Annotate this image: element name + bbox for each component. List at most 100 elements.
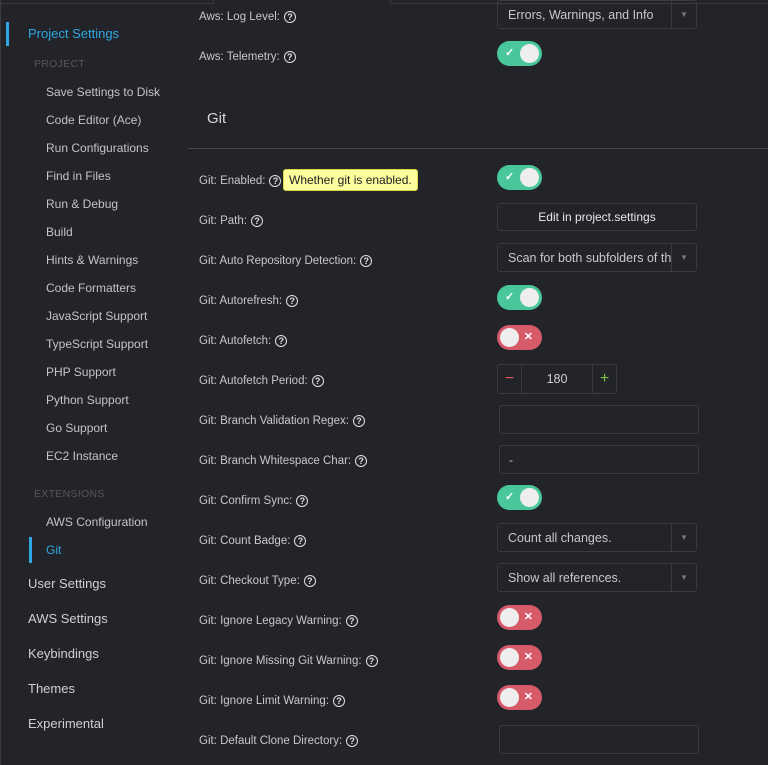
close-icon: ✕ <box>523 691 533 703</box>
sidebar-item-code-formatters[interactable]: Code Formatters <box>46 281 136 295</box>
setting-label: Git: Ignore Missing Git Warning:? <box>199 653 378 669</box>
check-icon: ✓ <box>505 291 515 303</box>
git-indicator <box>29 537 32 563</box>
sidebar-item-go-support[interactable]: Go Support <box>46 421 107 435</box>
toggle-on[interactable]: ✓ <box>497 41 542 66</box>
help-icon[interactable]: ? <box>283 51 296 63</box>
chevron-down-icon: ▼ <box>671 1 696 28</box>
help-icon[interactable]: ? <box>294 535 307 547</box>
help-icon[interactable]: ? <box>345 615 358 627</box>
text-input[interactable] <box>499 725 699 754</box>
help-icon[interactable]: ? <box>269 175 282 187</box>
toggle-knob <box>500 328 519 347</box>
close-icon: ✕ <box>523 331 533 343</box>
help-icon[interactable]: ? <box>365 655 378 667</box>
sidebar-item-themes[interactable]: Themes <box>28 681 75 696</box>
help-icon[interactable]: ? <box>360 255 373 267</box>
label-text: Aws: Log Level: <box>199 11 280 23</box>
label-text: Git: Enabled: <box>199 175 266 187</box>
stepper-value[interactable]: 180 <box>522 365 592 393</box>
select-value: Errors, Warnings, and Info <box>508 7 654 22</box>
dropdown-select[interactable]: Show all references. ▼ <box>497 563 697 592</box>
select-value: Show all references. <box>508 570 622 585</box>
toggle-off[interactable]: ✕ <box>497 645 542 670</box>
toggle-knob <box>520 44 539 63</box>
sidebar-item-git[interactable]: Git <box>46 543 61 557</box>
toggle-knob <box>500 648 519 667</box>
toggle-knob <box>520 168 539 187</box>
help-icon[interactable]: ? <box>286 295 299 307</box>
sidebar-item-hints-warnings[interactable]: Hints & Warnings <box>46 253 138 267</box>
sidebar: Project Settings PROJECT Save Settings to … <box>0 0 188 765</box>
dropdown-select[interactable]: Count all changes. ▼ <box>497 523 697 552</box>
close-icon: ✕ <box>523 611 533 623</box>
help-icon[interactable]: ? <box>311 375 324 387</box>
tooltip: Whether git is enabled. <box>283 169 418 191</box>
setting-label: Git: Path:? <box>199 213 263 229</box>
sidebar-item-keybindings[interactable]: Keybindings <box>28 646 99 661</box>
sidebar-item-code-editor-ace-[interactable]: Code Editor (Ace) <box>46 113 141 127</box>
help-icon[interactable]: ? <box>283 11 296 23</box>
sidebar-item-aws-settings[interactable]: AWS Settings <box>28 611 108 626</box>
toggle-on[interactable]: ✓ <box>497 165 542 190</box>
chevron-down-icon: ▼ <box>671 524 696 551</box>
section-heading-git: Git <box>207 110 227 127</box>
increment-button[interactable]: + <box>592 365 616 393</box>
number-stepper[interactable]: −180 + <box>497 364 617 394</box>
sidebar-item-experimental[interactable]: Experimental <box>28 716 104 731</box>
label-text: Git: Checkout Type: <box>199 575 300 587</box>
toggle-off[interactable]: ✕ <box>497 325 542 350</box>
label-text: Git: Ignore Limit Warning: <box>199 695 329 707</box>
toggle-on[interactable]: ✓ <box>497 485 542 510</box>
section-extensions: EXTENSIONS <box>34 488 105 500</box>
sidebar-item-ec2-instance[interactable]: EC2 Instance <box>46 449 118 463</box>
label-text: Git: Count Badge: <box>199 535 291 547</box>
help-icon[interactable]: ? <box>303 575 316 587</box>
help-icon[interactable]: ? <box>355 455 368 467</box>
label-text: Aws: Telemetry: <box>199 51 280 63</box>
setting-label: Git: Enabled:? <box>199 173 282 189</box>
edit-in-settings-button[interactable]: Edit in project.settings <box>497 203 697 231</box>
help-icon[interactable]: ? <box>353 415 366 427</box>
setting-label: Aws: Telemetry:? <box>199 49 296 65</box>
close-icon: ✕ <box>523 651 533 663</box>
help-icon[interactable]: ? <box>296 495 309 507</box>
label-text: Git: Confirm Sync: <box>199 495 293 507</box>
check-icon: ✓ <box>505 171 515 183</box>
text-input[interactable] <box>499 405 699 434</box>
label-text: Git: Autofetch Period: <box>199 375 308 387</box>
sidebar-item-run-debug[interactable]: Run & Debug <box>46 197 118 211</box>
toggle-off[interactable]: ✕ <box>497 685 542 710</box>
toggle-off[interactable]: ✕ <box>497 605 542 630</box>
sidebar-item-build[interactable]: Build <box>46 225 73 239</box>
help-icon[interactable]: ? <box>250 215 263 227</box>
active-indicator <box>6 22 9 46</box>
toggle-knob <box>500 608 519 627</box>
sidebar-item-run-configurations[interactable]: Run Configurations <box>46 141 149 155</box>
help-icon[interactable]: ? <box>275 335 288 347</box>
sidebar-item-php-support[interactable]: PHP Support <box>46 365 116 379</box>
sidebar-item-aws-configuration[interactable]: AWS Configuration <box>46 515 148 529</box>
sidebar-item-typescript-support[interactable]: TypeScript Support <box>46 337 148 351</box>
setting-label: Git: Default Clone Directory:? <box>199 733 359 749</box>
toggle-on[interactable]: ✓ <box>497 285 542 310</box>
sidebar-item-project-settings[interactable]: Project Settings <box>28 26 119 41</box>
text-input[interactable] <box>499 445 699 474</box>
help-icon[interactable]: ? <box>332 695 345 707</box>
sidebar-item-save-settings-to-disk[interactable]: Save Settings to Disk <box>46 85 160 99</box>
label-text: Git: Auto Repository Detection: <box>199 255 357 267</box>
sidebar-item-find-in-files[interactable]: Find in Files <box>46 169 111 183</box>
sidebar-item-python-support[interactable]: Python Support <box>46 393 129 407</box>
check-icon: ✓ <box>505 47 515 59</box>
sidebar-item-user-settings[interactable]: User Settings <box>28 576 106 591</box>
setting-label: Git: Checkout Type:? <box>199 573 316 589</box>
decrement-button[interactable]: − <box>498 365 522 393</box>
setting-label: Git: Branch Whitespace Char:? <box>199 453 368 469</box>
sidebar-item-javascript-support[interactable]: JavaScript Support <box>46 309 147 323</box>
help-icon[interactable]: ? <box>346 735 359 747</box>
dropdown-select[interactable]: Errors, Warnings, and Info ▼ <box>497 0 697 29</box>
dropdown-select[interactable]: Scan for both subfolders of the ▼ <box>497 243 697 272</box>
toggle-knob <box>520 488 539 507</box>
section-project: PROJECT <box>34 58 86 70</box>
setting-label: Git: Autorefresh:? <box>199 293 299 309</box>
